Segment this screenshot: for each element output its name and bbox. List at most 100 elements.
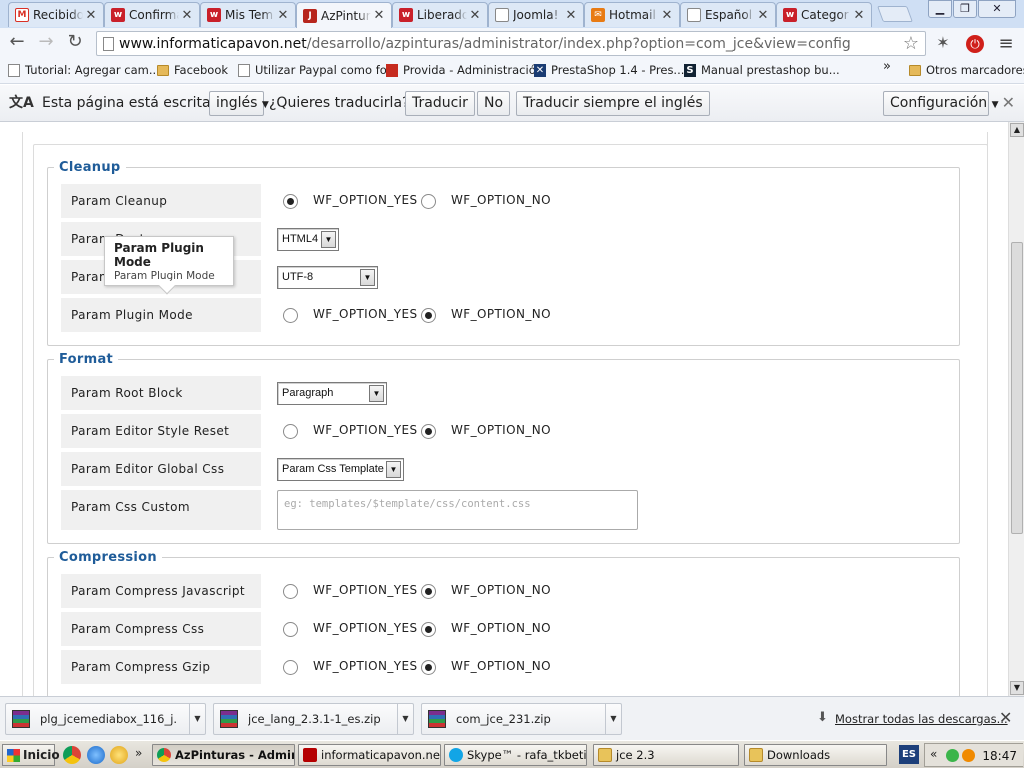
extension-icon[interactable]: ✶: [933, 33, 953, 53]
tab-mis-temas[interactable]: w Mis Tem ✕: [200, 2, 296, 27]
radio-cleanup-no[interactable]: [421, 194, 436, 209]
select-entity-encoding[interactable]: UTF-8 ▼: [277, 266, 378, 289]
address-bar[interactable]: www.informaticapavon.net/desarrollo/azpi…: [96, 31, 926, 56]
tab-liberado[interactable]: w Liberado ✕: [392, 2, 488, 27]
dropdown-arrow-icon[interactable]: ▼: [397, 704, 413, 734]
css-custom-textarea[interactable]: eg: templates/$template/css/content.css: [277, 490, 638, 530]
show-all-downloads-link[interactable]: Mostrar todas las descargas...: [835, 712, 1008, 726]
start-button[interactable]: Inicio: [2, 744, 60, 766]
close-icon[interactable]: ✕: [565, 8, 577, 23]
select-global-css[interactable]: Param Css Template ▼: [277, 458, 404, 481]
url-text[interactable]: www.informaticapavon.net/desarrollo/azpi…: [119, 36, 851, 52]
bookmark-folder-other[interactable]: Otros marcadores: [909, 63, 1024, 77]
bookmark-item[interactable]: S Manual prestashop bu...: [684, 63, 840, 77]
radio-cleanup-yes[interactable]: [283, 194, 298, 209]
bookmark-item[interactable]: Utilizar Paypal como fo...: [238, 63, 398, 77]
tab-azpinturas[interactable]: J AzPintur ✕: [296, 2, 392, 28]
radio-compress-css-no[interactable]: [421, 622, 436, 637]
close-icon[interactable]: ✕: [373, 8, 385, 23]
tab-gmail[interactable]: M Recibido ✕: [8, 2, 104, 27]
taskbar-item-folder-downloads[interactable]: Downloads: [744, 744, 887, 766]
download-item[interactable]: jce_lang_2.3.1-1_es.zip ▼: [213, 703, 414, 735]
radio-style-reset-yes[interactable]: [283, 424, 298, 439]
tab-espanol[interactable]: Español ✕: [680, 2, 776, 27]
bookmark-item[interactable]: Tutorial: Agregar cam...: [8, 63, 160, 77]
select-doctype[interactable]: HTML4 ▼: [277, 228, 339, 251]
dropdown-arrow-icon[interactable]: ▼: [189, 704, 205, 734]
close-icon[interactable]: ✕: [661, 8, 673, 23]
messenger-icon[interactable]: [110, 746, 128, 764]
close-icon[interactable]: ✕: [469, 8, 481, 23]
close-icon[interactable]: ✕: [757, 8, 769, 23]
bookmarks-overflow-chevron-icon[interactable]: »: [883, 59, 891, 74]
select-root-block[interactable]: Paragraph ▼: [277, 382, 387, 405]
internet-explorer-icon[interactable]: [87, 746, 105, 764]
page-scrollbar[interactable]: ▲ ▼: [1008, 122, 1024, 696]
radio-plugin-no[interactable]: [421, 308, 436, 323]
select-value: HTML4: [282, 233, 319, 245]
close-icon[interactable]: ✕: [999, 708, 1012, 727]
bookmark-item[interactable]: ✕ PrestaShop 1.4 - Pres...: [534, 63, 684, 77]
tab-hotmail[interactable]: ✉ Hotmail ✕: [584, 2, 680, 27]
bookmark-star-icon[interactable]: ☆: [903, 33, 919, 54]
new-tab-button[interactable]: [877, 6, 913, 22]
translate-question: ¿Quieres traducirla?: [269, 95, 410, 111]
restore-icon[interactable]: ❐: [953, 0, 977, 18]
no-translate-button[interactable]: No: [477, 91, 511, 116]
option-no-label: WF_OPTION_NO: [451, 583, 551, 597]
label-param-compress-js: Param Compress Javascript: [61, 574, 261, 608]
tray-expand-chevron-icon[interactable]: «: [930, 747, 937, 761]
radio-style-reset-no[interactable]: [421, 424, 436, 439]
row-param-cleanup: Param Cleanup WF_OPTION_YES WF_OPTION_NO: [61, 184, 941, 218]
task-label: Downloads: [767, 748, 831, 762]
tab-confirma[interactable]: w Confirma ✕: [104, 2, 200, 27]
taskbar-item-chrome[interactable]: AzPinturas - Admin...: [152, 744, 295, 766]
scrollbar-thumb[interactable]: [1011, 242, 1023, 534]
forward-icon[interactable]: →: [35, 32, 57, 54]
dropdown-arrow-icon: ▼: [321, 231, 336, 248]
radio-compress-gzip-yes[interactable]: [283, 660, 298, 675]
minimize-icon[interactable]: ▁: [928, 0, 952, 18]
scroll-down-icon[interactable]: ▼: [1010, 681, 1024, 695]
back-icon[interactable]: ←: [6, 32, 28, 54]
adblock-icon[interactable]: ⏻: [965, 33, 985, 53]
taskbar-item-filezilla[interactable]: informaticapavon.net...: [298, 744, 441, 766]
tab-categorias[interactable]: w Categor ✕: [776, 2, 872, 27]
language-select[interactable]: inglés ▼: [209, 91, 269, 116]
download-item[interactable]: com_jce_231.zip ▼: [421, 703, 622, 735]
scroll-up-icon[interactable]: ▲: [1010, 123, 1024, 137]
tab-joomla[interactable]: Joomla! ✕: [488, 2, 584, 27]
close-window-icon[interactable]: ✕: [978, 0, 1016, 18]
radio-compress-css-yes[interactable]: [283, 622, 298, 637]
close-icon[interactable]: ✕: [853, 8, 865, 23]
radio-compress-js-yes[interactable]: [283, 584, 298, 599]
translate-settings-button[interactable]: Configuración ▼: [883, 91, 999, 116]
taskbar-item-folder-jce[interactable]: jce 2.3: [593, 744, 739, 766]
tray-app-icon[interactable]: [962, 749, 975, 762]
language-indicator[interactable]: ES: [899, 745, 919, 764]
radio-compress-js-no[interactable]: [421, 584, 436, 599]
reload-icon[interactable]: ↻: [64, 32, 86, 54]
translate-button[interactable]: Traducir: [405, 91, 475, 116]
download-item[interactable]: plg_jcemediabox_116_j....zip ▼: [5, 703, 206, 735]
quicklaunch-overflow-icon[interactable]: »: [135, 746, 142, 760]
bookmark-folder-facebook[interactable]: Facebook: [157, 63, 228, 77]
page-icon: [687, 8, 701, 22]
close-icon[interactable]: ✕: [85, 8, 97, 23]
radio-plugin-yes[interactable]: [283, 308, 298, 323]
radio-compress-gzip-no[interactable]: [421, 660, 436, 675]
tooltip-title: Param Plugin Mode: [114, 241, 204, 269]
bookmark-item[interactable]: Provida - Administración: [386, 63, 543, 77]
close-icon[interactable]: ✕: [1002, 93, 1015, 112]
taskbar-item-skype[interactable]: Skype™ - rafa_tkbeti...: [444, 744, 587, 766]
tray-app-icon[interactable]: [946, 749, 959, 762]
label-param-compress-css: Param Compress Css: [61, 612, 261, 646]
menu-icon[interactable]: ≡: [996, 33, 1016, 54]
close-icon[interactable]: ✕: [277, 8, 289, 23]
download-filename: plg_jcemediabox_116_j....zip: [40, 712, 178, 726]
chrome-icon[interactable]: [63, 746, 81, 764]
dropdown-arrow-icon[interactable]: ▼: [605, 704, 621, 734]
label-param-cleanup: Param Cleanup: [61, 184, 261, 218]
always-translate-button[interactable]: Traducir siempre el inglés: [516, 91, 710, 116]
close-icon[interactable]: ✕: [181, 8, 193, 23]
